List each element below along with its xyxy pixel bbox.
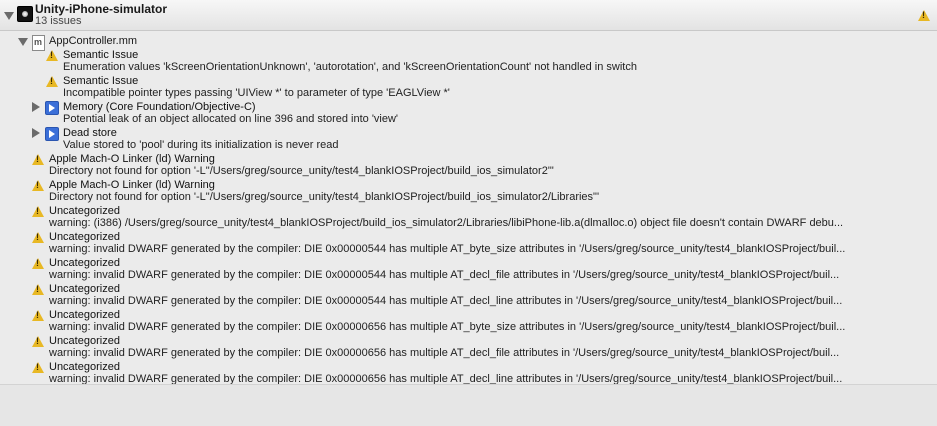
project-title: Unity-iPhone-simulator: [35, 2, 168, 16]
warning-icon: [32, 336, 44, 347]
disclosure-triangle-icon[interactable]: [32, 102, 40, 112]
issue-detail: Incompatible pointer types passing 'UIVi…: [63, 87, 450, 99]
analyzer-icon: [45, 127, 59, 141]
project-header[interactable]: Unity-iPhone-simulator 13 issues: [0, 0, 937, 31]
warning-icon: [32, 258, 44, 269]
issue-detail: warning: invalid DWARF generated by the …: [49, 295, 843, 307]
issue-detail: warning: invalid DWARF generated by the …: [49, 243, 846, 255]
project-issue-count: 13 issues: [35, 15, 82, 27]
issue-detail: Directory not found for option '-L"/User…: [49, 165, 554, 177]
warning-icon: [46, 50, 58, 61]
warning-icon: [32, 362, 44, 373]
warning-icon: [32, 180, 44, 191]
warning-icon: [32, 206, 44, 217]
project-disclosure-triangle-icon[interactable]: [4, 12, 14, 20]
file-disclosure-triangle-icon[interactable]: [18, 38, 28, 46]
warning-icon: [32, 154, 44, 165]
unity-project-icon: [17, 6, 33, 22]
objc-file-icon: [32, 35, 45, 51]
issue-detail: warning: invalid DWARF generated by the …: [49, 321, 846, 333]
issue-detail: Enumeration values 'kScreenOrientationUn…: [63, 61, 637, 73]
issue-detail: warning: (i386) /Users/greg/source_unity…: [49, 217, 844, 229]
analyzer-icon: [45, 101, 59, 115]
issue-detail: Potential leak of an object allocated on…: [63, 113, 399, 125]
issue-detail: Directory not found for option '-L"/User…: [49, 191, 600, 203]
list-footer: [0, 384, 937, 426]
warning-icon: [32, 284, 44, 295]
warning-icon: [32, 232, 44, 243]
issue-detail: warning: invalid DWARF generated by the …: [49, 347, 840, 359]
disclosure-triangle-icon[interactable]: [32, 128, 40, 138]
project-warning-icon: [918, 10, 930, 21]
warning-icon: [32, 310, 44, 321]
file-name[interactable]: AppController.mm: [49, 35, 137, 48]
issue-detail: Value stored to 'pool' during its initia…: [63, 139, 339, 151]
warning-icon: [46, 76, 58, 87]
issue-detail: warning: invalid DWARF generated by the …: [49, 269, 840, 281]
